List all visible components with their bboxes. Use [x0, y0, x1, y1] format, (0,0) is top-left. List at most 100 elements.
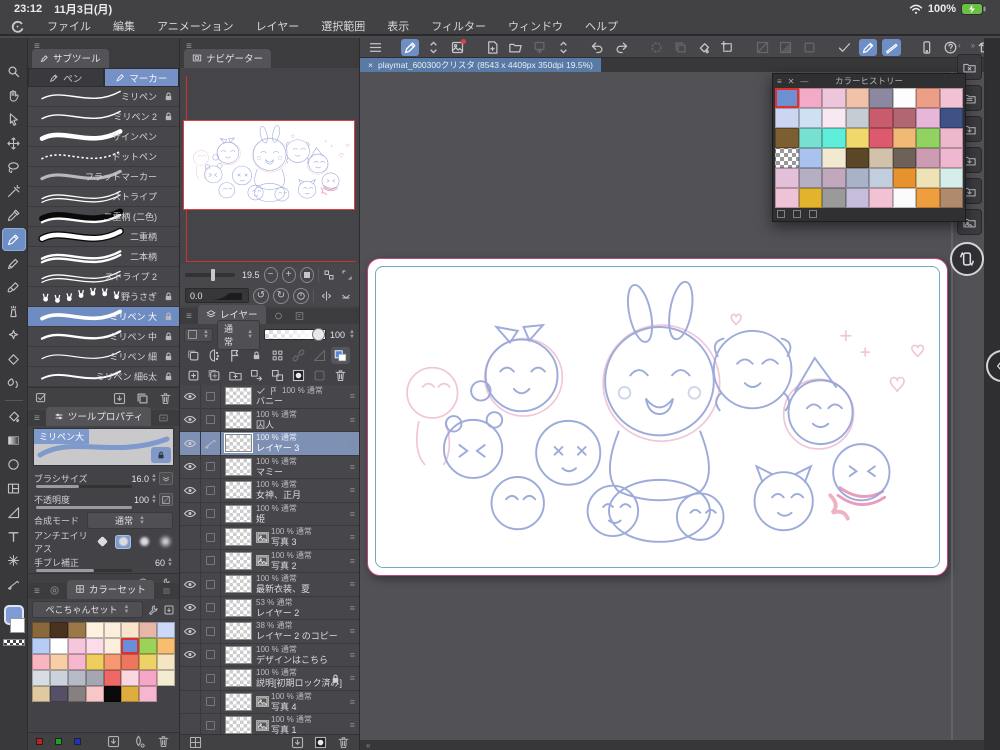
duplicate-button[interactable] [671, 39, 690, 56]
menu-item[interactable]: ファイル [47, 18, 91, 34]
tool-fill[interactable] [2, 405, 26, 428]
import-panel-button[interactable] [106, 734, 121, 749]
undo-button[interactable] [589, 39, 608, 56]
transfer-button[interactable] [247, 367, 266, 384]
layer-menu-icon[interactable]: ≡ [350, 415, 355, 425]
color-swatch[interactable] [49, 670, 68, 686]
dock-next-icon[interactable]: » [971, 41, 975, 50]
layer-checkbox[interactable] [201, 714, 221, 736]
layer-menu-icon[interactable]: ≡ [350, 532, 355, 542]
tool-balloon[interactable] [2, 549, 26, 572]
draft-button[interactable] [226, 347, 245, 364]
process-button[interactable] [647, 39, 666, 56]
history-color-swatch[interactable] [775, 88, 799, 108]
fit-screen-icon[interactable] [340, 267, 354, 283]
brush-item[interactable]: 二重柄 (二色) [28, 207, 179, 227]
layer-menu-icon[interactable]: ≡ [350, 626, 355, 636]
color-swatch[interactable] [157, 638, 175, 654]
history-color-swatch[interactable] [822, 128, 846, 148]
redo-button[interactable] [612, 39, 631, 56]
layer-checkbox[interactable] [201, 408, 221, 431]
brush-item[interactable]: ストライプ [28, 187, 179, 207]
layer-checkbox[interactable] [201, 385, 221, 408]
layer-thumbnail[interactable] [225, 481, 252, 500]
color-swatch[interactable] [139, 638, 158, 654]
color-swatch[interactable] [85, 622, 104, 638]
canvas[interactable] [367, 258, 948, 576]
menu-item[interactable]: ウィンドウ [508, 18, 563, 34]
tool-eraser[interactable] [2, 348, 26, 371]
brush-item[interactable]: ミリペン 細 [28, 347, 179, 367]
color-swatch[interactable] [49, 654, 68, 670]
layer-thumbnail[interactable] [225, 598, 252, 617]
zoom-in-button[interactable]: + [281, 266, 296, 283]
setting-slider[interactable] [36, 569, 132, 572]
history-color-swatch[interactable] [798, 88, 822, 108]
history-color-swatch[interactable] [845, 88, 869, 108]
layer-row[interactable]: 100 % 通常 写真 3 ≡ [180, 526, 359, 550]
color-swatch[interactable] [67, 622, 86, 638]
brush-item[interactable]: フラットマーカー [28, 167, 179, 187]
color-swatch[interactable] [121, 654, 140, 670]
history-color-swatch[interactable] [822, 108, 846, 128]
setting-value[interactable]: 16.0 [132, 474, 150, 484]
history-color-swatch[interactable] [798, 188, 822, 208]
rgb-swatch[interactable] [74, 738, 81, 745]
history-color-swatch[interactable] [775, 108, 799, 128]
tool-line-correct[interactable] [2, 573, 26, 596]
visibility-eye-icon[interactable] [180, 526, 201, 549]
rotation-value-box[interactable]: 0.0 [185, 288, 249, 303]
rotate-device-button[interactable] [950, 242, 984, 276]
select-slash-button[interactable] [753, 39, 772, 56]
history-color-swatch[interactable] [822, 168, 846, 188]
grid-option-icon[interactable] [793, 210, 801, 218]
history-color-swatch[interactable] [822, 188, 846, 208]
rotate-ccw-button[interactable]: ↺ [253, 287, 269, 304]
color-swatch[interactable] [103, 622, 122, 638]
lock-button[interactable] [151, 447, 171, 463]
collapse-chevron-icon[interactable]: « [366, 741, 370, 750]
opacity-slider[interactable] [264, 328, 327, 341]
layer-menu-icon[interactable]: ≡ [350, 462, 355, 472]
color-swatch[interactable] [85, 686, 104, 702]
color-swatch[interactable] [139, 622, 158, 638]
layer-menu-icon[interactable]: ≡ [350, 556, 355, 566]
reset-rotation-button[interactable] [293, 287, 309, 304]
brush-item[interactable]: ミリペン 細6太 [28, 367, 179, 387]
color-swatch[interactable] [103, 686, 122, 702]
layer-thumbnail[interactable] [225, 504, 252, 523]
tool-hand[interactable] [2, 84, 26, 107]
search-layer-icon[interactable] [291, 311, 308, 324]
lock-button[interactable] [247, 347, 266, 364]
tool-text[interactable] [2, 525, 26, 548]
history-color-swatch[interactable] [939, 168, 963, 188]
layer-thumbnail[interactable] [225, 622, 252, 641]
panel-menu-icon[interactable]: ≡ [777, 77, 782, 86]
tool-ruler[interactable] [2, 501, 26, 524]
palette-swatch-button[interactable] [331, 346, 350, 364]
visibility-eye-icon[interactable] [180, 432, 201, 455]
layer-menu-icon[interactable]: ≡ [350, 720, 355, 730]
layer-checkbox[interactable] [201, 573, 221, 596]
color-swatch[interactable] [121, 670, 140, 686]
fill-tool-button[interactable] [694, 39, 713, 56]
pen-edit-button[interactable] [400, 39, 420, 56]
duplicate-button[interactable] [135, 391, 150, 406]
layer-checkbox[interactable] [201, 549, 221, 572]
history-color-swatch[interactable] [892, 128, 916, 148]
layer-property-icon[interactable] [270, 311, 287, 324]
flip-horizontal-icon[interactable] [318, 288, 334, 304]
history-color-swatch[interactable] [939, 88, 963, 108]
tool-eyedropper[interactable] [2, 204, 26, 227]
menu-item[interactable]: アニメーション [157, 18, 234, 34]
history-color-swatch[interactable] [916, 168, 940, 188]
layer-row[interactable]: 100 % 通常 写真 4 ≡ [180, 690, 359, 714]
double-chevron-button[interactable] [159, 472, 173, 485]
color-swatch[interactable] [121, 686, 140, 702]
brush-item[interactable]: ミリペン 中 [28, 327, 179, 347]
tablet-button[interactable] [917, 39, 936, 56]
export-button[interactable] [530, 39, 549, 56]
layer-checkbox[interactable] [201, 455, 221, 478]
color-swatch[interactable] [32, 686, 50, 702]
visibility-eye-icon[interactable] [180, 385, 201, 408]
